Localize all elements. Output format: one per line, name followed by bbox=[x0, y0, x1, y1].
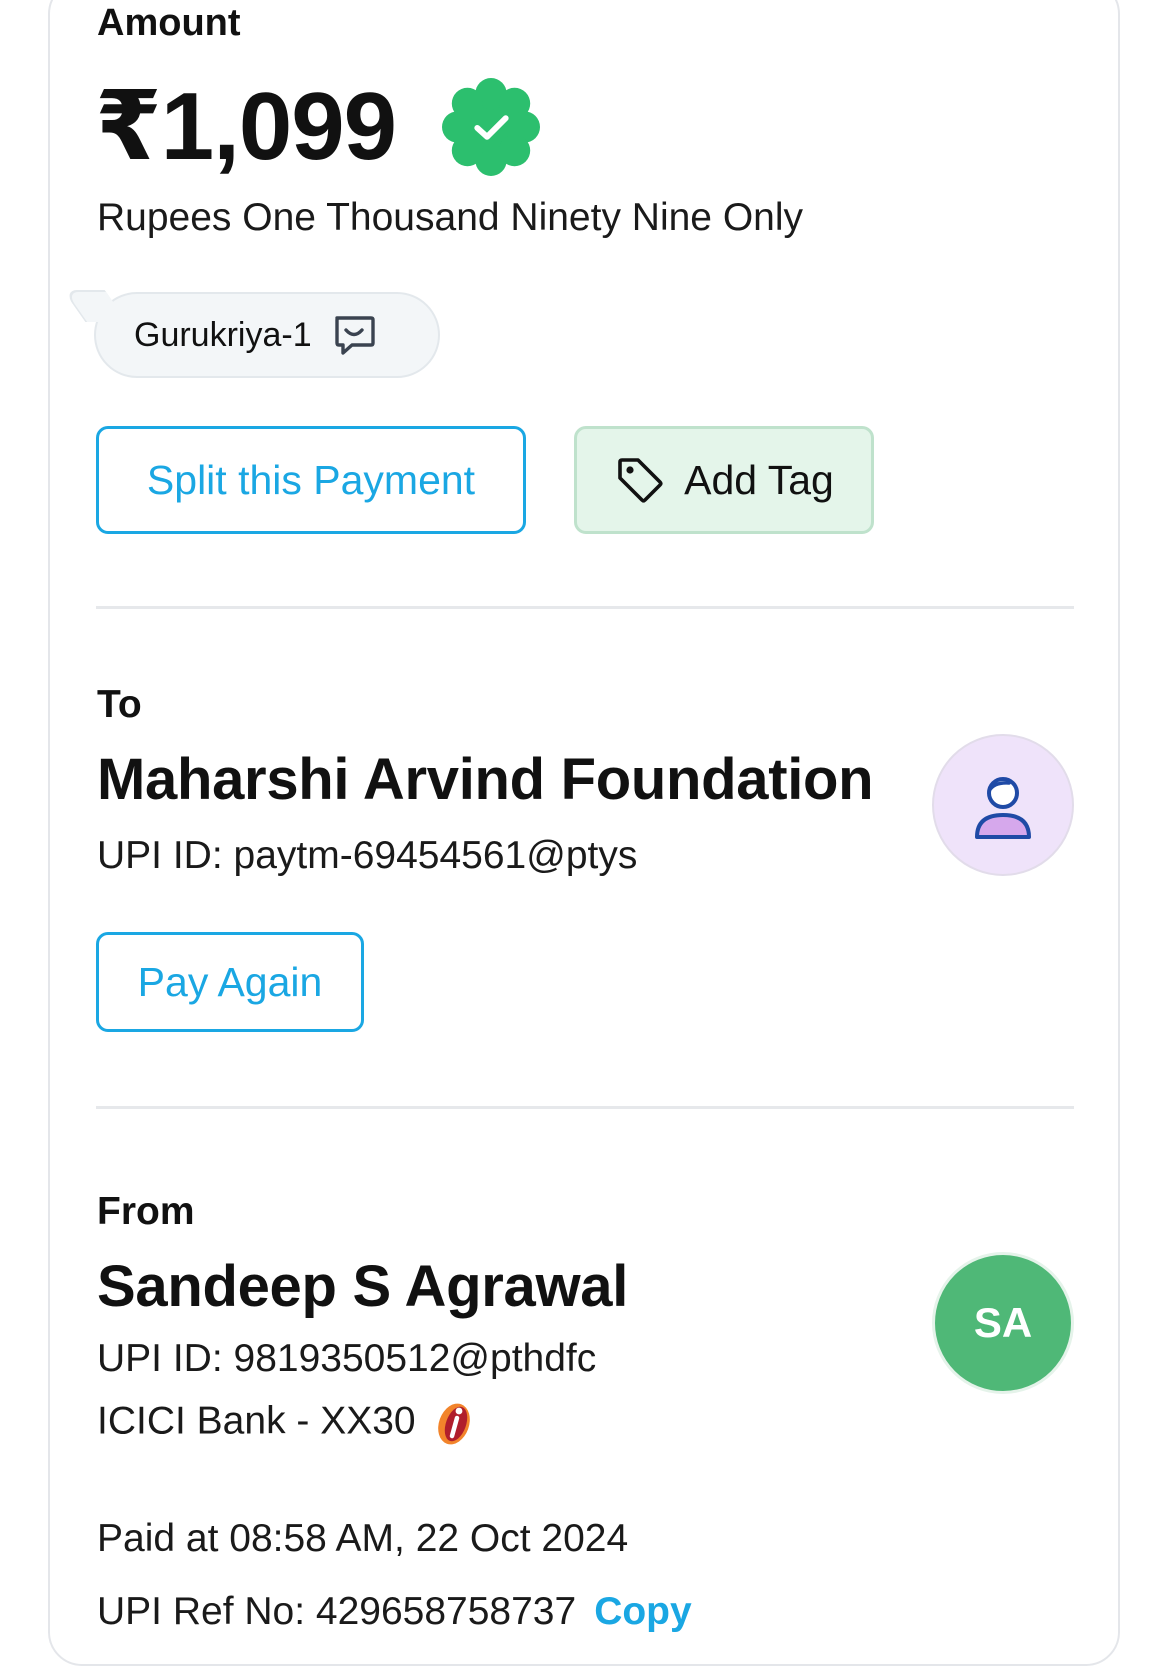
split-payment-button[interactable]: Split this Payment bbox=[96, 426, 526, 534]
copy-ref-button[interactable]: Copy bbox=[594, 1590, 692, 1633]
amount-in-words: Rupees One Thousand Ninety Nine Only bbox=[97, 196, 804, 239]
payer-name: Sandeep S Agrawal bbox=[97, 1254, 629, 1319]
divider bbox=[96, 606, 1074, 609]
verified-check-icon bbox=[442, 78, 540, 176]
add-tag-label: Add Tag bbox=[684, 456, 834, 503]
tag-icon bbox=[618, 458, 663, 503]
payment-note-chip[interactable]: Gurukriya-1 bbox=[62, 290, 440, 378]
from-label: From bbox=[97, 1190, 195, 1233]
pay-again-button[interactable]: Pay Again bbox=[96, 932, 364, 1032]
payment-note-text: Gurukriya-1 bbox=[134, 315, 312, 354]
payee-upi-id: UPI ID: paytm-69454561@ptys bbox=[97, 834, 638, 877]
payer-upi-id: UPI ID: 9819350512@pthdfc bbox=[97, 1337, 597, 1380]
payee-name: Maharshi Arvind Foundation bbox=[97, 747, 874, 812]
amount-value: ₹1,099 bbox=[95, 73, 397, 180]
icici-logo-icon bbox=[437, 1403, 470, 1445]
upi-ref-number: UPI Ref No: 429658758737 bbox=[97, 1590, 577, 1633]
paid-at-timestamp: Paid at 08:58 AM, 22 Oct 2024 bbox=[97, 1517, 629, 1560]
payee-avatar bbox=[932, 734, 1074, 876]
payer-bank-text: ICICI Bank - XX30 bbox=[97, 1399, 416, 1443]
divider bbox=[96, 1106, 1074, 1109]
upi-ref-row: UPI Ref No: 429658758737 Copy bbox=[97, 1590, 692, 1634]
to-label: To bbox=[97, 683, 142, 726]
payer-bank-account: ICICI Bank - XX30 bbox=[97, 1398, 476, 1448]
amount-label: Amount bbox=[97, 2, 241, 44]
chat-message-icon bbox=[334, 316, 375, 355]
person-icon bbox=[975, 777, 1031, 839]
add-tag-button[interactable]: Add Tag bbox=[574, 426, 874, 534]
payer-avatar: SA bbox=[932, 1252, 1074, 1394]
